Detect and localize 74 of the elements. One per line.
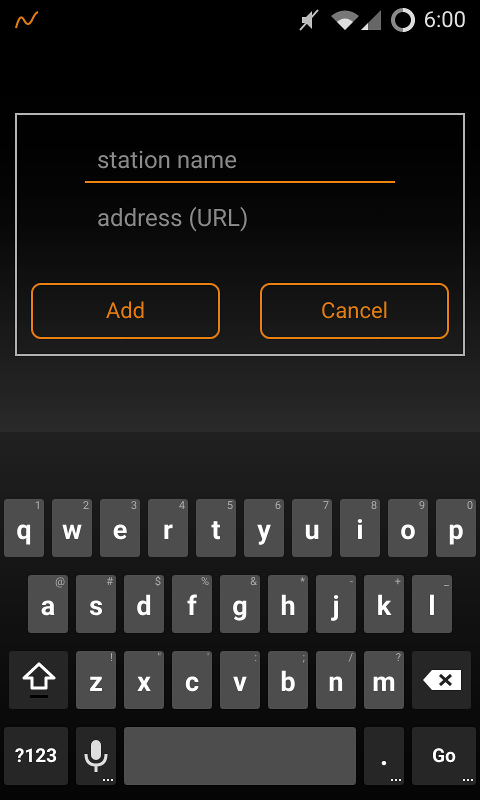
microphone-key[interactable] [76, 727, 116, 785]
keyboard-key[interactable]: b ; [268, 651, 308, 709]
keyboard-key[interactable]: p 0 [436, 499, 476, 557]
shift-key[interactable] [9, 651, 68, 709]
key-hint: @ [55, 576, 65, 587]
keyboard-key[interactable]: k + [364, 575, 404, 633]
keyboard-key[interactable]: r 4 [148, 499, 188, 557]
key-hint: 0 [466, 500, 473, 511]
keyboard-key[interactable]: q 1 [4, 499, 44, 557]
keyboard-key[interactable]: e 3 [100, 499, 140, 557]
period-key[interactable]: . [364, 727, 404, 785]
clock: 6:00 [424, 6, 466, 34]
key-hint: 6 [274, 500, 281, 511]
muted-speaker-icon [298, 8, 320, 32]
key-hint: % [200, 576, 209, 587]
keyboard-key[interactable]: s # [76, 575, 116, 633]
keyboard-key[interactable]: c ' [172, 651, 212, 709]
wave-icon [14, 10, 40, 30]
key-hint: 5 [226, 500, 233, 511]
keyboard-key[interactable]: i 8 [340, 499, 380, 557]
go-key[interactable]: Go [412, 727, 476, 785]
text-field[interactable]: station name [85, 139, 395, 183]
shift-arrow-icon [20, 660, 56, 700]
battery-ring-icon [390, 7, 416, 33]
keyboard-key[interactable]: u 7 [292, 499, 332, 557]
key-hint: 1 [34, 500, 41, 511]
key-hint: 7 [322, 500, 329, 511]
key-hint: # [106, 576, 113, 587]
key-hint: 2 [82, 500, 89, 511]
keyboard-key[interactable]: f % [172, 575, 212, 633]
keyboard-key[interactable]: x " [124, 651, 164, 709]
key-hint: ' [207, 652, 209, 663]
key-hint: : [254, 652, 257, 663]
key-hint: 8 [370, 500, 377, 511]
keyboard-key[interactable]: j - [316, 575, 356, 633]
backspace-key[interactable] [412, 651, 471, 709]
key-hint: ! [110, 652, 113, 663]
more-dots-icon [103, 779, 113, 782]
backspace-icon [422, 669, 462, 691]
keyboard-key[interactable]: y 6 [244, 499, 284, 557]
more-dots-icon [391, 779, 401, 782]
key-hint: - [350, 576, 353, 587]
signal-icon [360, 9, 382, 31]
keyboard-key[interactable]: n / [316, 651, 356, 709]
key-hint: + [394, 576, 401, 587]
more-dots-icon [463, 779, 473, 782]
key-hint: " [157, 652, 161, 663]
keyboard-key[interactable]: h * [268, 575, 308, 633]
dialog-button[interactable]: Cancel [260, 283, 449, 339]
key-hint: & [250, 576, 257, 587]
key-hint: $ [154, 576, 161, 587]
key-hint: 4 [178, 500, 185, 511]
keyboard-key[interactable]: w 2 [52, 499, 92, 557]
keyboard-key[interactable]: t 5 [196, 499, 236, 557]
key-hint: ? [396, 652, 401, 663]
keyboard-key[interactable]: v : [220, 651, 260, 709]
keyboard-key[interactable]: d $ [124, 575, 164, 633]
key-hint: / [348, 652, 353, 663]
microphone-icon [83, 739, 109, 773]
keyboard-key[interactable]: o 9 [388, 499, 428, 557]
wifi-icon [330, 9, 360, 31]
keyboard-key[interactable]: l _ [412, 575, 452, 633]
key-hint: 9 [418, 500, 425, 511]
symbols-key[interactable]: ?123 [4, 727, 68, 785]
key-hint: 3 [130, 500, 137, 511]
key-hint: _ [444, 576, 449, 587]
key-hint: * [300, 576, 305, 587]
dialog-button[interactable]: Add [31, 283, 220, 339]
keyboard-key[interactable]: z ! [76, 651, 116, 709]
keyboard-key[interactable]: g & [220, 575, 260, 633]
keyboard-key[interactable]: a @ [28, 575, 68, 633]
text-field[interactable]: address (URL) [85, 197, 395, 241]
key-hint: ; [302, 652, 305, 663]
keyboard-key[interactable]: m ? [364, 651, 404, 709]
